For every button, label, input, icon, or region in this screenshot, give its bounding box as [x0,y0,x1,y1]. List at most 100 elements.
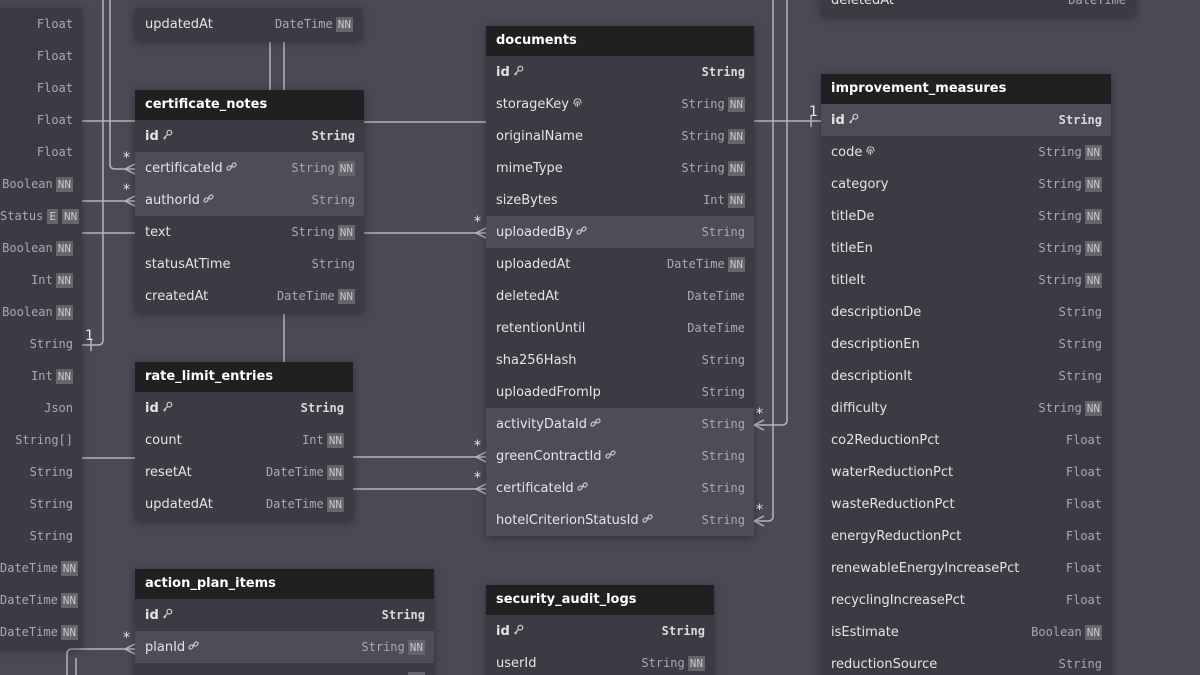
not-null-badge: NN [55,304,73,320]
field-row[interactable]: descriptionIt String [821,360,1111,392]
field-row[interactable]: mimeType String NN [486,152,754,184]
field-row[interactable]: createdAt DateTime NN [135,280,364,312]
field-row[interactable]: String [0,456,82,488]
field-type: String [701,225,745,239]
edge-activity-data-id-fk [754,0,788,426]
field-row[interactable]: text String NN [135,216,364,248]
field-row[interactable]: updatedAt DateTime NN [135,8,362,40]
field-row[interactable]: originalName String NN [486,120,754,152]
field-row[interactable]: String [0,520,82,552]
field-row[interactable]: isEstimate Boolean NN [821,616,1111,648]
field-row[interactable]: sha256Hash String [486,344,754,376]
field-row[interactable]: DateTime NN [0,616,82,648]
field-name: retentionUntil [496,321,687,336]
field-row[interactable]: deletedAt DateTime [821,0,1135,16]
field-row[interactable]: Status E NN [0,200,82,232]
field-row[interactable]: Boolean NN [0,296,82,328]
table-security-audit-logs[interactable]: security_audit_logs id String userId String N… [486,585,714,675]
field-row[interactable]: Float [0,8,82,40]
table-header[interactable]: documents [486,26,754,56]
field-row[interactable]: storageKey String NN [486,88,754,120]
field-row[interactable]: waterReductionPct Float [821,456,1111,488]
field-row[interactable]: Int NN [0,264,82,296]
field-row[interactable]: uploadedBy String [486,216,754,248]
table-header[interactable]: rate_limit_entries [135,362,353,392]
fingerprint-icon [572,97,583,111]
field-row[interactable]: id String [486,615,714,647]
table-documents[interactable]: documents id String storageKey String NN origi… [486,26,754,536]
field-row[interactable]: Int NN [0,360,82,392]
field-row[interactable]: certificateId String NN [135,152,364,184]
field-row[interactable]: wasteReductionPct Float [821,488,1111,520]
field-row[interactable]: renewableEnergyIncreasePct Float [821,552,1111,584]
field-row[interactable]: Float [0,72,82,104]
field-row[interactable]: Boolean NN [0,232,82,264]
table-certificate-notes[interactable]: certificate_notes id String certificateId St… [135,90,364,312]
field-row[interactable]: DateTime NN [0,584,82,616]
field-row[interactable]: updatedAt DateTime NN [135,488,353,520]
field-row[interactable]: DateTime NN [0,552,82,584]
field-row[interactable]: retentionUntil DateTime [486,312,754,344]
field-type: Float [1065,593,1102,607]
field-type: String [311,257,355,271]
field-row[interactable]: Float [0,40,82,72]
field-row[interactable]: id String [135,599,434,631]
field-row[interactable]: statusAtTime String [135,248,364,280]
table-header[interactable]: certificate_notes [135,90,364,120]
field-row[interactable]: id String [486,56,754,88]
field-row[interactable]: Float [0,136,82,168]
field-row[interactable]: String[] [0,424,82,456]
field-row[interactable]: certificateId String [486,472,754,504]
field-row[interactable]: planId String NN [135,631,434,663]
field-row[interactable]: titleDe String NN [821,200,1111,232]
field-row[interactable]: String [0,328,82,360]
table-improvement-measures[interactable]: improvement_measures id String code String NN… [821,74,1111,675]
not-null-badge: NN [407,671,425,675]
field-row[interactable]: titleEn String NN [821,232,1111,264]
field-row[interactable]: deletedAt DateTime [486,280,754,312]
table-action-plan-items[interactable]: action_plan_itemsidStringplanIdStringNN N… [135,569,434,675]
table-header[interactable]: action_plan_items [135,569,434,599]
diagram-canvas[interactable]: Float Float Float Float Float Boolean NN Status… [0,0,1200,675]
field-row[interactable]: energyReductionPct Float [821,520,1111,552]
field-row[interactable]: descriptionDe String [821,296,1111,328]
field-row[interactable]: uploadedFromIp String [486,376,754,408]
field-row[interactable]: NN [135,663,434,675]
field-row[interactable]: Json [0,392,82,424]
field-row[interactable]: greenContractId String [486,440,754,472]
field-row[interactable]: id String [135,120,364,152]
field-row[interactable]: resetAt DateTime NN [135,456,353,488]
field-row[interactable]: uploadedAt DateTime NN [486,248,754,280]
table-rate-limit-entries[interactable]: rate_limit_entries id String count Int NN rese… [135,362,353,520]
field-row[interactable]: id String [821,104,1111,136]
partial-table-top-left[interactable]: updatedAt DateTime NN [135,8,362,40]
field-name: category [831,177,1038,192]
partial-table-left[interactable]: Float Float Float Float Float Boolean NN Status… [0,8,82,648]
field-row[interactable]: String [0,488,82,520]
field-row[interactable]: Boolean NN [0,168,82,200]
field-row[interactable]: activityDataId String [486,408,754,440]
field-row[interactable]: co2ReductionPct Float [821,424,1111,456]
field-row[interactable]: descriptionEn String [821,328,1111,360]
field-row[interactable]: titleIt String NN [821,264,1111,296]
field-row[interactable]: reductionSource String [821,648,1111,675]
field-row[interactable]: sizeBytes Int NN [486,184,754,216]
field-name: titleEn [831,241,1038,256]
field-row[interactable]: difficulty String NN [821,392,1111,424]
not-null-badge: NN [61,208,80,224]
field-row[interactable]: count Int NN [135,424,353,456]
field-row[interactable]: authorId String [135,184,364,216]
field-row[interactable]: code String NN [821,136,1111,168]
field-row[interactable]: userId String NN [486,647,714,675]
link-icon [226,161,237,175]
field-name-text: storageKey [496,96,569,112]
partial-table-top-right[interactable]: deletedAt DateTime [821,0,1135,16]
field-row[interactable]: category String NN [821,168,1111,200]
table-header[interactable]: improvement_measures [821,74,1111,104]
field-row[interactable]: id String [135,392,353,424]
field-row[interactable]: Float [0,104,82,136]
table-header[interactable]: security_audit_logs [486,585,714,615]
field-row[interactable]: recyclingIncreasePct Float [821,584,1111,616]
field-row[interactable]: hotelCriterionStatusId String [486,504,754,536]
edge-hotel-criterion-fk [754,0,774,522]
